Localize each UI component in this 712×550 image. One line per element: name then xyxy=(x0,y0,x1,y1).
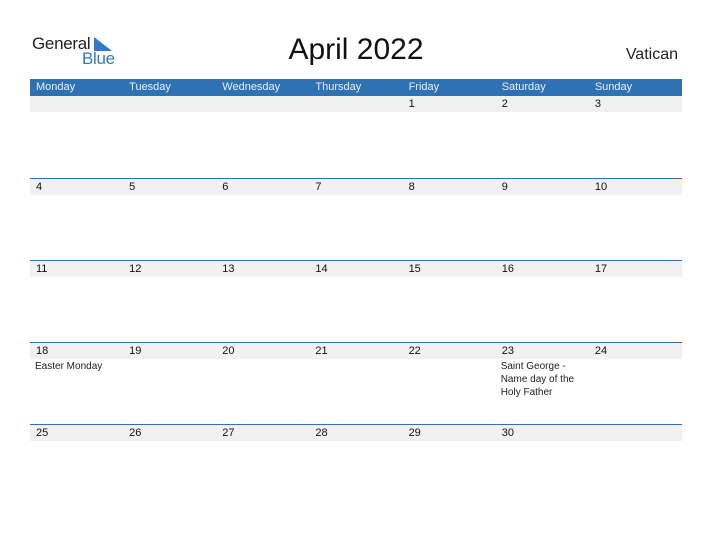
day-number: 11 xyxy=(36,263,48,275)
week-row: 18 19 20 21 22 23 24 Easter Monday Saint George … xyxy=(30,342,682,424)
holiday-label xyxy=(403,277,496,278)
holiday-label xyxy=(309,112,402,113)
country-label: Vatican xyxy=(625,46,678,63)
holiday-label xyxy=(403,195,496,196)
day-number: 13 xyxy=(222,263,235,275)
day-number: 23 xyxy=(501,345,514,357)
event-row xyxy=(30,441,682,442)
holiday-label xyxy=(216,277,309,278)
day-number: 24 xyxy=(594,345,608,357)
date-row: 11 12 13 14 15 16 17 xyxy=(30,261,682,277)
holiday-label xyxy=(589,359,682,399)
day-number xyxy=(30,96,123,112)
event-row xyxy=(30,277,682,278)
day-number: 21 xyxy=(315,345,328,357)
holiday-label xyxy=(496,277,589,278)
week-row: 4 5 6 7 8 9 10 xyxy=(30,178,682,260)
day-number: 3 xyxy=(594,98,601,110)
holiday-label xyxy=(216,195,309,196)
holiday-label xyxy=(123,277,216,278)
day-number: 26 xyxy=(129,427,142,439)
day-number: 28 xyxy=(315,427,328,439)
day-number: 20 xyxy=(222,345,235,357)
day-number: 18 xyxy=(36,345,49,357)
day-number xyxy=(309,96,402,112)
day-number: 30 xyxy=(501,427,514,439)
calendar-grid: Monday Tuesday Wednesday Thursday Friday… xyxy=(30,79,682,506)
day-number: 15 xyxy=(408,263,421,275)
day-number xyxy=(589,425,682,441)
weekday-monday: Monday xyxy=(36,81,76,93)
weekday-thursday: Thursday xyxy=(315,81,362,93)
holiday-label xyxy=(403,441,496,442)
holiday-label xyxy=(30,277,123,278)
holiday-label xyxy=(30,441,123,442)
day-number: 14 xyxy=(315,263,328,275)
week-row: 1 2 3 xyxy=(30,96,682,178)
day-number: 6 xyxy=(222,181,229,193)
holiday-label xyxy=(309,195,402,196)
holiday-label xyxy=(309,359,402,399)
day-number: 27 xyxy=(222,427,235,439)
weekday-wednesday: Wednesday xyxy=(222,81,281,93)
holiday-label xyxy=(589,195,682,196)
holiday-label xyxy=(403,112,496,113)
day-number: 1 xyxy=(408,98,415,110)
holiday-label xyxy=(123,441,216,442)
holiday-label xyxy=(309,441,402,442)
day-number: 22 xyxy=(408,345,421,357)
date-row: 25 26 27 28 29 30 xyxy=(30,425,682,441)
day-number xyxy=(123,96,216,112)
week-row: 25 26 27 28 29 30 xyxy=(30,424,682,506)
day-number: 7 xyxy=(315,181,322,193)
holiday-label xyxy=(123,359,216,399)
holiday-label xyxy=(123,195,216,196)
holiday-label xyxy=(216,112,309,113)
holiday-label xyxy=(589,441,682,442)
day-number: 5 xyxy=(129,181,136,193)
weekday-tuesday: Tuesday xyxy=(129,81,171,93)
day-number: 10 xyxy=(594,181,608,193)
day-number: 25 xyxy=(36,427,49,439)
weekday-friday: Friday xyxy=(408,81,440,93)
day-number: 9 xyxy=(501,181,508,193)
holiday-label xyxy=(589,277,682,278)
date-row: 1 2 3 xyxy=(30,96,682,112)
holiday-label xyxy=(496,195,589,196)
day-number: 17 xyxy=(594,263,608,275)
event-row: Easter Monday Saint George - Name day of … xyxy=(30,359,682,399)
holiday-label xyxy=(30,112,123,113)
weekday-saturday: Saturday xyxy=(501,81,546,93)
event-row xyxy=(30,112,682,113)
holiday-label: Saint George - Name day of the Holy Fath… xyxy=(500,361,575,398)
weekday-sunday: Sunday xyxy=(594,81,633,93)
day-number: 19 xyxy=(129,345,142,357)
day-number: 4 xyxy=(36,181,43,193)
holiday-label xyxy=(123,112,216,113)
day-number: 12 xyxy=(129,263,142,275)
holiday-label: Easter Monday xyxy=(35,361,103,372)
holiday-label xyxy=(216,359,309,399)
weekday-header: Monday Tuesday Wednesday Thursday Friday… xyxy=(30,79,682,96)
day-number: 8 xyxy=(408,181,415,193)
week-row: 11 12 13 14 15 16 17 xyxy=(30,260,682,342)
day-number: 16 xyxy=(501,263,514,275)
holiday-label xyxy=(30,195,123,196)
holiday-label xyxy=(403,359,496,399)
holiday-label xyxy=(309,277,402,278)
day-number xyxy=(216,96,309,112)
holiday-label xyxy=(216,441,309,442)
date-row: 4 5 6 7 8 9 10 xyxy=(30,179,682,195)
day-number: 2 xyxy=(501,98,508,110)
day-number: 29 xyxy=(408,427,421,439)
calendar-title: April 2022 xyxy=(288,33,424,66)
holiday-label xyxy=(589,112,682,113)
date-row: 18 19 20 21 22 23 24 xyxy=(30,343,682,359)
event-row xyxy=(30,195,682,196)
holiday-label xyxy=(496,441,589,442)
holiday-label xyxy=(496,112,589,113)
